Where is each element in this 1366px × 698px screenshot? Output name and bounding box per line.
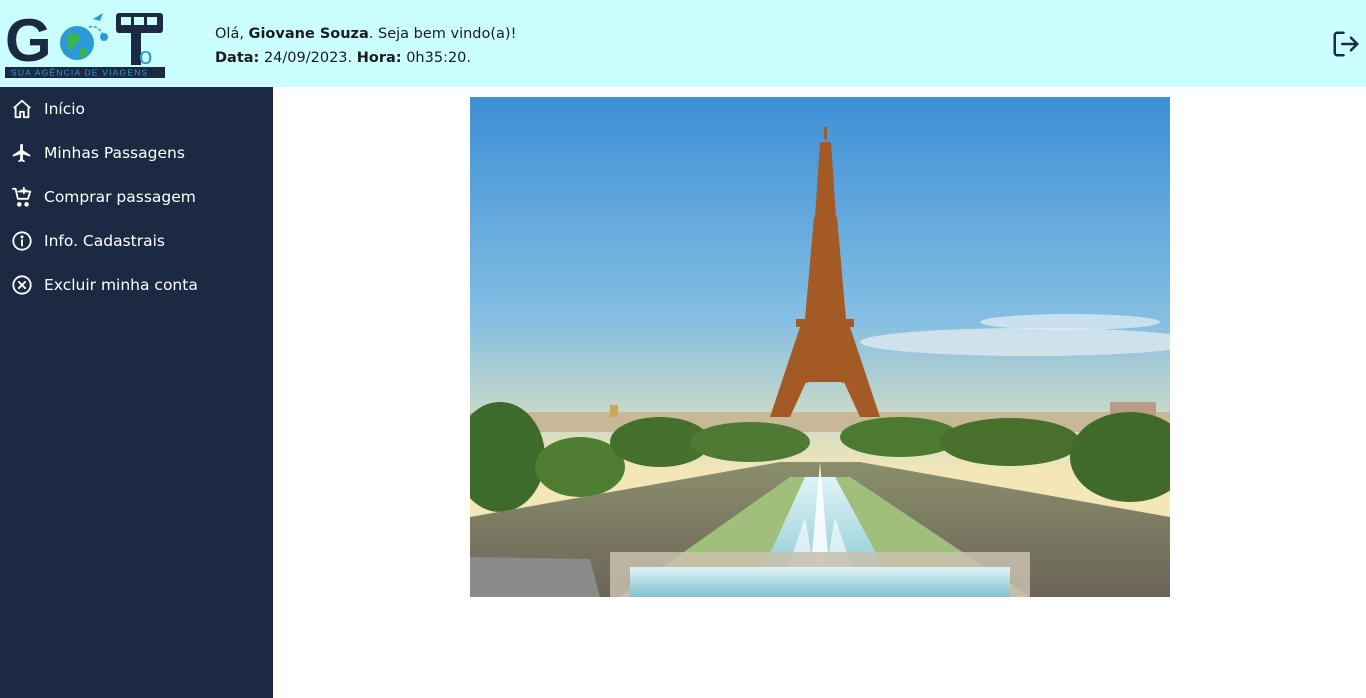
sidebar-item-label: Excluir minha conta	[44, 276, 198, 294]
svg-text:G: G	[5, 9, 52, 74]
sidebar-item-info-cadastrais[interactable]: Info. Cadastrais	[0, 219, 273, 263]
cart-add-icon	[10, 185, 34, 209]
user-name: Giovane Souza	[248, 26, 369, 42]
sidebar-item-comprar-passagem[interactable]: Comprar passagem	[0, 175, 273, 219]
sidebar-item-minhas-passagens[interactable]: Minhas Passagens	[0, 131, 273, 175]
airplane-icon	[10, 141, 34, 165]
sidebar-item-label: Minhas Passagens	[44, 144, 185, 162]
sidebar-item-label: Comprar passagem	[44, 188, 196, 206]
time-label: Hora:	[356, 50, 402, 66]
sidebar-item-label: Info. Cadastrais	[44, 232, 165, 250]
date-label: Data:	[215, 50, 260, 66]
sidebar-item-excluir-conta[interactable]: Excluir minha conta	[0, 263, 273, 307]
greeting-block: Olá, Giovane Souza. Seja bem vindo(a)! D…	[215, 22, 516, 70]
datetime-line: Data: 24/09/2023. Hora: 0h35:20.	[215, 46, 516, 70]
info-icon	[10, 229, 34, 253]
logout-icon[interactable]	[1331, 29, 1361, 59]
welcome-line: Olá, Giovane Souza. Seja bem vindo(a)!	[215, 22, 516, 46]
sidebar-item-label: Início	[44, 100, 86, 118]
time-value: 0h35:20.	[406, 50, 472, 66]
goto-logo[interactable]: G o SUA AGÊNCIA DE VIAGENS	[5, 7, 165, 78]
hello-text: Olá,	[215, 26, 244, 42]
header-bar: G o SUA AGÊNCIA DE VIAGENS Olá, Giovane …	[0, 0, 1366, 87]
close-circle-icon	[10, 273, 34, 297]
sidebar-item-inicio[interactable]: Início	[0, 87, 273, 131]
home-icon	[10, 97, 34, 121]
welcome-text: . Seja bem vindo(a)!	[368, 26, 517, 42]
sidebar: Início Minhas Passagens Comprar passagem…	[0, 87, 273, 698]
logo-tagline: SUA AGÊNCIA DE VIAGENS	[11, 68, 148, 78]
svg-text:o: o	[139, 43, 152, 70]
date-value: 24/09/2023.	[263, 50, 353, 66]
eiffel-tower-photo	[470, 97, 1170, 597]
